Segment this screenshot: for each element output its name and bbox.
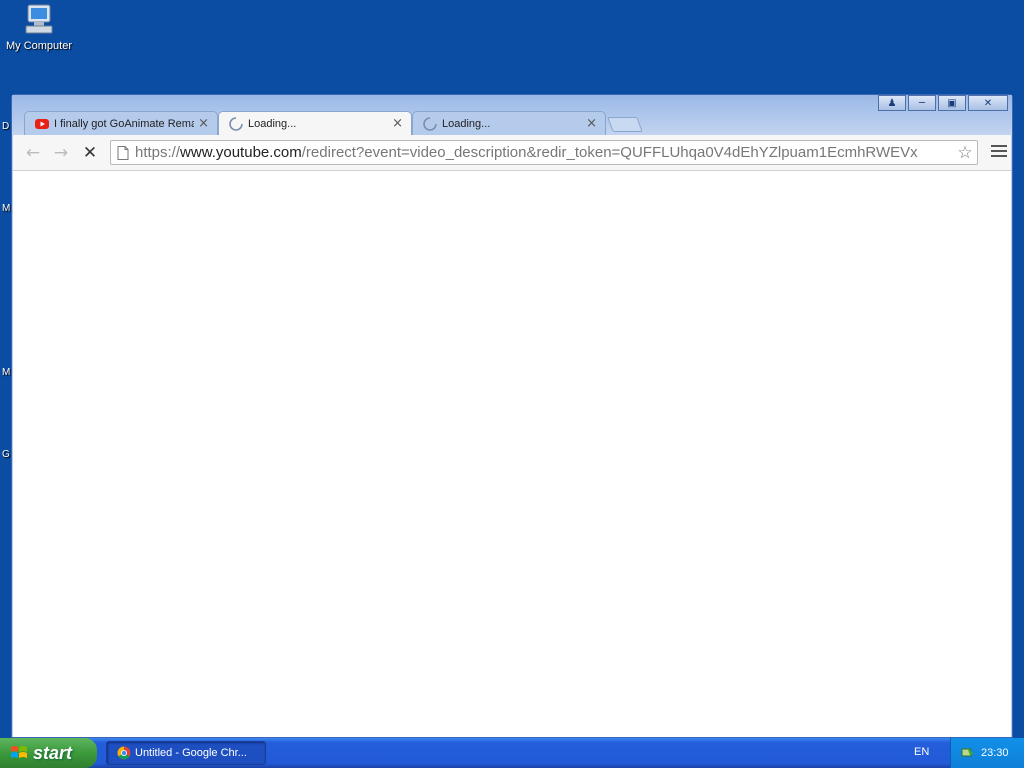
browser-toolbar: ← → ✕ https://www.youtube.com/redirect?e… — [13, 135, 1011, 171]
maximize-icon: ▣ — [947, 97, 957, 109]
start-button[interactable]: start — [0, 738, 97, 768]
desktop-edge-letter: M — [2, 203, 11, 214]
tab-title: Loading... — [248, 117, 297, 130]
tab-close-icon[interactable]: × — [198, 116, 209, 131]
windows-flag-icon — [11, 746, 27, 758]
close-button[interactable]: ✕ — [968, 95, 1008, 111]
tab-loading[interactable]: Loading... × — [412, 111, 606, 135]
system-tray: 23:30 — [950, 738, 1024, 768]
desktop-icon-my-computer[interactable]: My Computer — [4, 2, 74, 52]
chrome-menu-button[interactable] — [991, 145, 1007, 161]
youtube-icon — [35, 118, 49, 129]
tab-title: Loading... — [442, 117, 491, 130]
back-arrow-icon: ← — [25, 143, 41, 163]
url-text[interactable]: https://www.youtube.com/redirect?event=v… — [135, 144, 953, 161]
clock[interactable]: 23:30 — [981, 747, 1009, 759]
start-label: start — [33, 742, 73, 763]
tab-youtube-video[interactable]: I finally got GoAnimate Rema × — [24, 111, 218, 135]
user-profile-button[interactable]: ♟ — [878, 95, 906, 111]
window-controls: ♟ ─ ▣ ✕ — [876, 95, 1008, 111]
star-icon: ☆ — [957, 142, 973, 163]
page-icon — [117, 145, 129, 160]
page-content[interactable] — [13, 171, 1011, 737]
new-tab-button[interactable] — [607, 117, 643, 132]
url-path: /redirect?event=video_description&redir_… — [301, 144, 918, 161]
url-host: www.youtube.com — [180, 144, 302, 161]
taskbar: start Untitled - Google Chr... EN 23:30 — [0, 738, 1024, 768]
stop-icon: ✕ — [82, 143, 98, 163]
chrome-icon — [117, 746, 131, 760]
loading-spinner-icon — [229, 116, 243, 131]
desktop-edge-letter: G — [2, 449, 10, 460]
bookmark-button[interactable]: ☆ — [953, 143, 977, 163]
close-icon: ✕ — [983, 97, 993, 109]
desktop-icon-label: My Computer — [5, 40, 73, 52]
minimize-button[interactable]: ─ — [908, 95, 936, 111]
address-bar[interactable]: https://www.youtube.com/redirect?event=v… — [110, 140, 978, 165]
maximize-button[interactable]: ▣ — [938, 95, 966, 111]
desktop-edge-letter: D — [2, 121, 10, 132]
tab-loading-active[interactable]: Loading... × — [218, 111, 412, 135]
browser-window: ♟ ─ ▣ ✕ I finally got GoAnimate Rema × L… — [11, 94, 1013, 738]
user-profile-icon: ♟ — [887, 97, 897, 109]
tab-title: I finally got GoAnimate Rema — [54, 117, 195, 130]
tab-close-icon[interactable]: × — [392, 116, 403, 131]
desktop-edge-letter: M — [2, 367, 11, 378]
tab-close-icon[interactable]: × — [586, 116, 597, 131]
menu-icon — [991, 145, 1007, 157]
forward-button[interactable]: → — [52, 144, 70, 162]
loading-spinner-icon — [423, 116, 437, 131]
back-button[interactable]: ← — [24, 144, 42, 162]
forward-arrow-icon: → — [53, 143, 69, 163]
network-tray-icon[interactable] — [961, 746, 975, 760]
my-computer-icon — [22, 2, 56, 36]
language-indicator[interactable]: EN — [914, 746, 929, 758]
url-scheme: https:// — [135, 144, 181, 161]
minimize-icon: ─ — [918, 97, 926, 109]
taskbar-item-label: Untitled - Google Chr... — [135, 747, 247, 759]
stop-button[interactable]: ✕ — [81, 144, 99, 162]
taskbar-item-chrome[interactable]: Untitled - Google Chr... — [106, 741, 266, 765]
